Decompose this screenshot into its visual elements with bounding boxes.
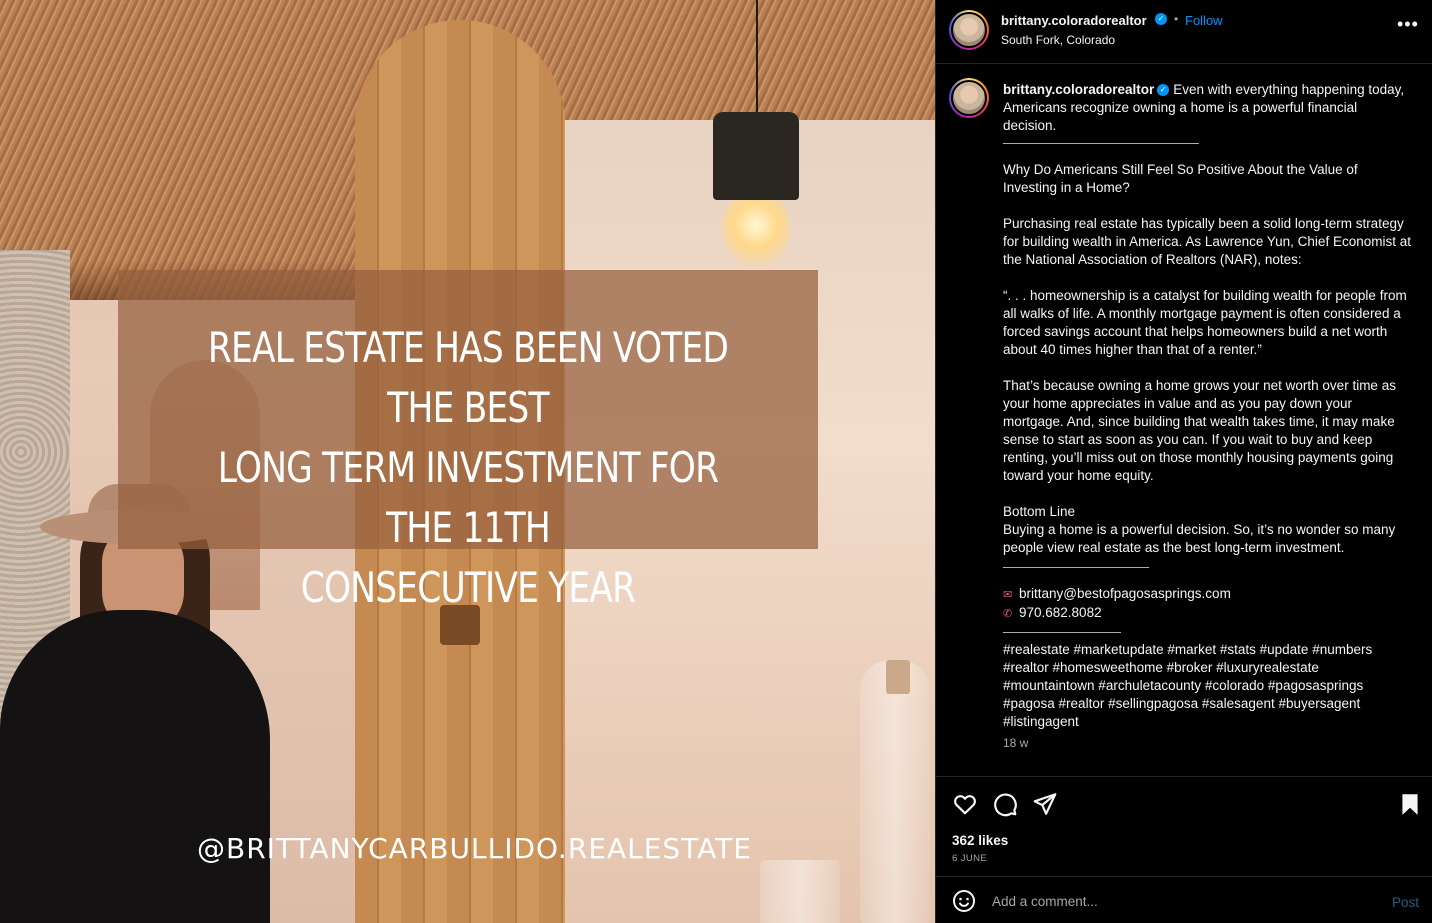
phone-line: ✆ 970.682.8082 xyxy=(1003,604,1413,623)
bottom-line-text: Buying a home is a powerful decision. So… xyxy=(1003,522,1396,555)
pendant-lamp xyxy=(713,112,799,200)
bottle-cork xyxy=(886,660,910,694)
save-bookmark-icon[interactable] xyxy=(1397,791,1423,817)
caption-username[interactable]: brittany.coloradorealtor xyxy=(1003,82,1154,97)
caption-area[interactable]: brittany.coloradorealtor ✓ Even with every… xyxy=(936,64,1432,776)
post-date: 6 JUNE xyxy=(952,853,988,864)
comment-bar: Post xyxy=(936,876,1432,923)
person-body xyxy=(0,610,270,923)
verified-badge-icon: ✓ xyxy=(1155,13,1167,25)
divider-line xyxy=(1003,632,1121,633)
more-options-icon[interactable]: ••• xyxy=(1397,14,1419,35)
email-text: brittany@bestofpagosasprings.com xyxy=(1019,586,1231,601)
overlay-handle: @BRITTANYCARBULLIDO.REALESTATE xyxy=(197,832,752,865)
glass-bottle xyxy=(860,660,930,923)
caption-intro-line: brittany.coloradorealtor ✓ Even with every… xyxy=(1003,81,1413,135)
location-link[interactable]: South Fork, Colorado xyxy=(1001,33,1115,47)
phone-text: 970.682.8082 xyxy=(1019,605,1102,620)
like-heart-icon[interactable] xyxy=(952,791,978,817)
comment-input[interactable] xyxy=(992,889,1372,913)
emoji-smiley-icon[interactable] xyxy=(952,889,976,913)
telephone-icon: ✆ xyxy=(1003,608,1013,620)
hashtags[interactable]: #realestate #marketupdate #market #stats… xyxy=(1003,641,1413,731)
separator-dot: • xyxy=(1174,12,1179,26)
follow-button[interactable]: Follow xyxy=(1185,13,1223,28)
action-bar: 362 likes 6 JUNE xyxy=(936,776,1432,876)
divider-line xyxy=(1003,567,1149,568)
comment-bubble-icon[interactable] xyxy=(992,791,1018,817)
drinking-glass xyxy=(760,860,840,923)
love-letter-icon: ✉ xyxy=(1003,589,1013,601)
caption-text: brittany.coloradorealtor ✓ Even with every… xyxy=(1003,81,1413,731)
bottom-line-title: Bottom Line xyxy=(1003,504,1076,519)
post-header: brittany.coloradorealtor ✓ • Follow Sout… xyxy=(936,0,1432,64)
overlay-headline: REAL ESTATE HAS BEEN VOTED THE BEST LONG… xyxy=(181,318,755,618)
overlay-line-1: REAL ESTATE HAS BEEN VOTED THE BEST xyxy=(207,323,729,432)
caption-paragraph-1: Purchasing real estate has typically bee… xyxy=(1003,216,1411,267)
post-comment-button[interactable]: Post xyxy=(1392,895,1419,910)
caption-quote: “. . . homeownership is a catalyst for b… xyxy=(1003,288,1407,357)
header-username[interactable]: brittany.coloradorealtor xyxy=(1001,13,1147,28)
avatar[interactable] xyxy=(949,10,989,50)
likes-count[interactable]: 362 likes xyxy=(952,833,1008,848)
verified-badge-icon: ✓ xyxy=(1157,84,1170,97)
caption-timestamp: 18 w xyxy=(1003,736,1029,750)
lamp-cord xyxy=(756,0,758,115)
divider-line xyxy=(1003,143,1199,144)
share-paper-plane-icon[interactable] xyxy=(1032,791,1058,817)
post-details-panel: brittany.coloradorealtor ✓ • Follow Sout… xyxy=(935,0,1432,923)
overlay-line-3: CONSECUTIVE YEAR xyxy=(300,563,636,612)
email-line: ✉ brittany@bestofpagosasprings.com xyxy=(1003,585,1413,604)
light-bulb xyxy=(722,190,790,268)
post-image[interactable]: REAL ESTATE HAS BEEN VOTED THE BEST LONG… xyxy=(0,0,935,923)
overlay-line-2: LONG TERM INVESTMENT FOR THE 11TH xyxy=(217,443,719,552)
caption-avatar[interactable] xyxy=(949,78,989,118)
caption-paragraph-2: That’s because owning a home grows your … xyxy=(1003,378,1396,483)
caption-heading: Why Do Americans Still Feel So Positive … xyxy=(1003,162,1358,195)
